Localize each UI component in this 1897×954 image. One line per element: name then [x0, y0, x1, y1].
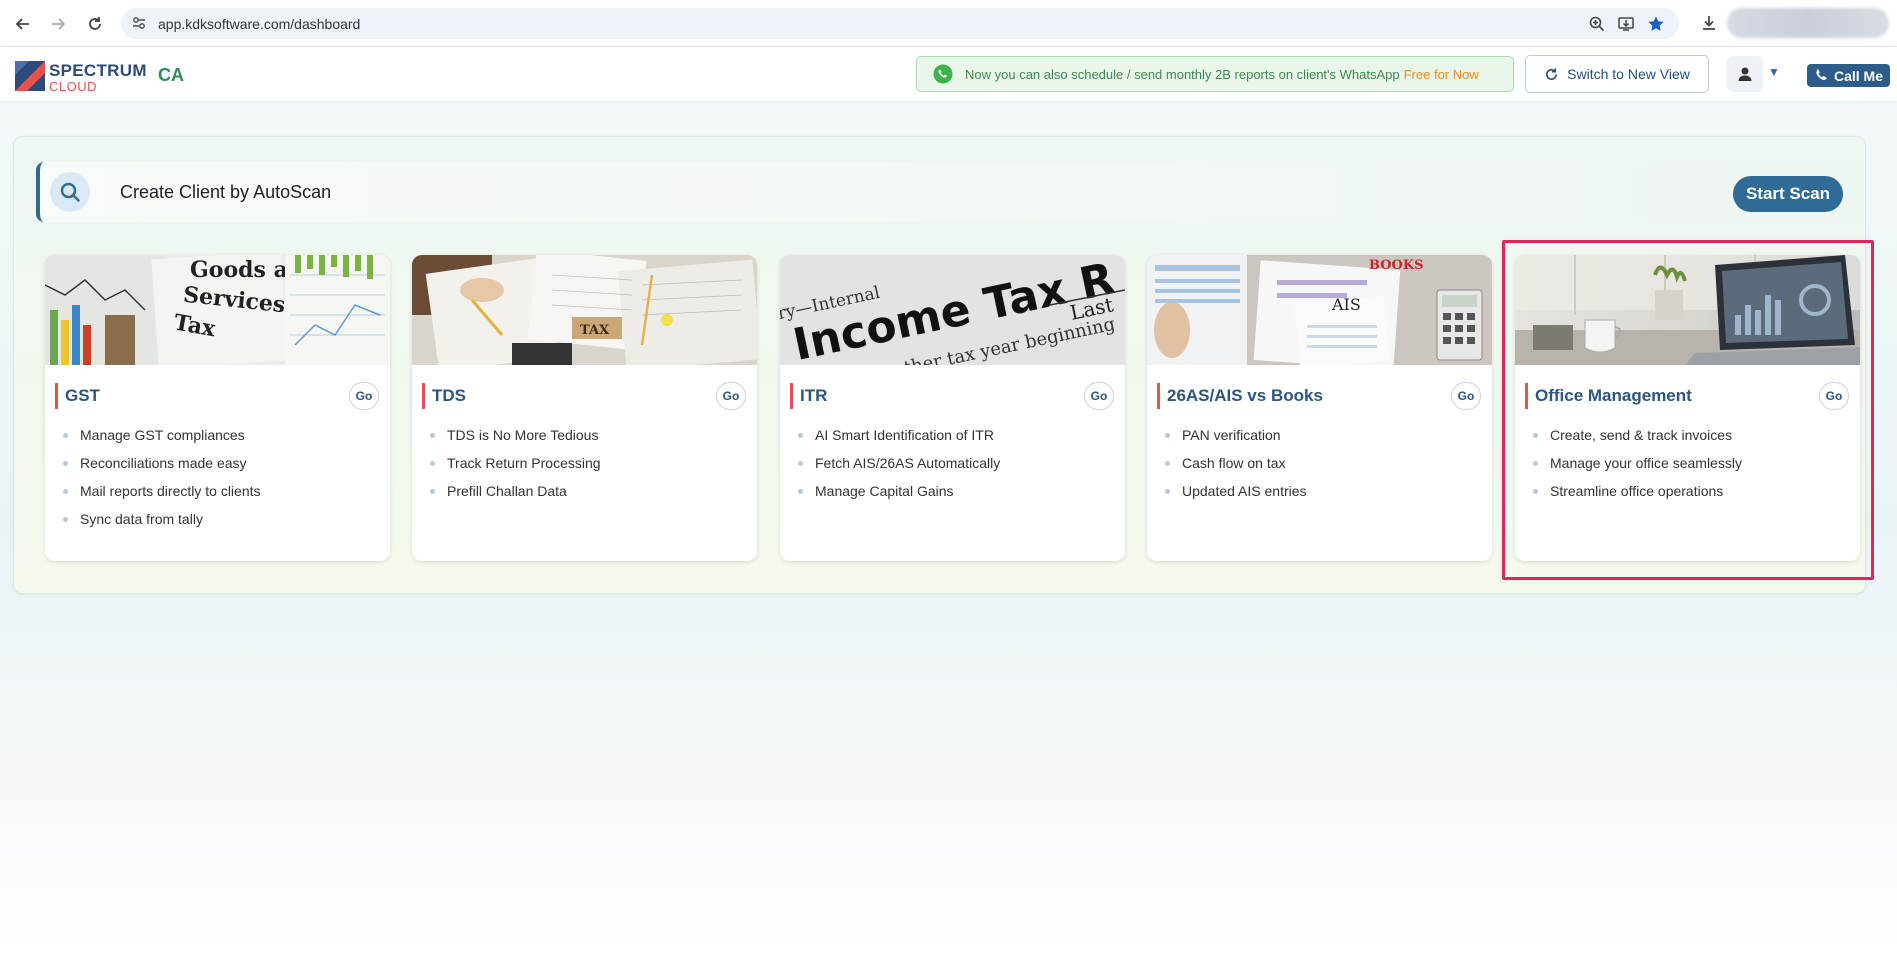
- list-item: TDS is No More Tedious: [428, 426, 601, 454]
- module-card-itr[interactable]: ury—Internal Income Tax R 2008, or other…: [780, 255, 1125, 561]
- autoscan-title: Create Client by AutoScan: [120, 182, 332, 202]
- tds-image-text: TAX: [580, 323, 610, 338]
- list-item: Updated AIS entries: [1163, 482, 1307, 510]
- module-card-office-management[interactable]: Office Management Go Create, send & trac…: [1515, 255, 1860, 561]
- app-header: SPECTRUM CLOUD CA Now you can also sched…: [0, 47, 1897, 101]
- logo-text-spectrum: SPECTRUM: [49, 61, 147, 80]
- list-item: Reconciliations made easy: [61, 454, 261, 482]
- whatsapp-free-label: Free for Now: [1403, 66, 1479, 82]
- profile-chip[interactable]: [1727, 8, 1889, 38]
- call-me-label: Call Me: [1833, 67, 1883, 84]
- address-bar[interactable]: app.kdksoftware.com/dashboard: [121, 8, 1679, 39]
- reload-icon[interactable]: [81, 10, 109, 38]
- books-image: AIS BOOKS: [1147, 255, 1492, 365]
- card-title-accent: [1157, 383, 1160, 409]
- list-item: Cash flow on tax: [1163, 454, 1307, 482]
- list-item: Fetch AIS/26AS Automatically: [796, 454, 1000, 482]
- card-title: 26AS/AIS vs Books: [1167, 386, 1323, 405]
- books-image-text-ais: AIS: [1331, 295, 1361, 314]
- list-item: PAN verification: [1163, 426, 1307, 454]
- site-settings-icon[interactable]: [131, 15, 147, 31]
- dashboard-panel: Create Client by AutoScan Start Scan Goo…: [13, 136, 1866, 594]
- switch-view-label: Switch to New View: [1567, 66, 1690, 82]
- switch-to-new-view-button[interactable]: Switch to New View: [1525, 55, 1709, 93]
- list-item: Manage GST compliances: [61, 426, 261, 454]
- module-card-tds[interactable]: TAX TDS Go TDS is No More Tedious Track …: [412, 255, 757, 561]
- back-icon[interactable]: [9, 10, 37, 38]
- feature-list: Manage GST compliances Reconciliations m…: [61, 426, 261, 538]
- module-card-26as-ais-vs-books[interactable]: AIS BOOKS 26AS/AIS vs Books Go PAN verif…: [1147, 255, 1492, 561]
- office-image: [1515, 255, 1860, 365]
- user-menu-caret-icon[interactable]: ▼: [1768, 65, 1780, 79]
- feature-list: AI Smart Identification of ITR Fetch AIS…: [796, 426, 1000, 510]
- list-item: Prefill Challan Data: [428, 482, 601, 510]
- card-title-accent: [790, 383, 793, 409]
- url-text[interactable]: app.kdksoftware.com/dashboard: [158, 16, 360, 32]
- start-scan-button[interactable]: Start Scan: [1733, 176, 1843, 212]
- list-item: Create, send & track invoices: [1531, 426, 1742, 454]
- card-title-accent: [55, 383, 58, 409]
- feature-list: PAN verification Cash flow on tax Update…: [1163, 426, 1307, 510]
- forward-icon[interactable]: [44, 10, 72, 38]
- list-item: AI Smart Identification of ITR: [796, 426, 1000, 454]
- go-button-itr[interactable]: Go: [1084, 382, 1114, 410]
- feature-list: TDS is No More Tedious Track Return Proc…: [428, 426, 601, 510]
- list-item: Manage Capital Gains: [796, 482, 1000, 510]
- zoom-icon[interactable]: [1588, 15, 1606, 33]
- user-icon: [1738, 67, 1752, 81]
- bookmark-star-icon[interactable]: [1647, 15, 1665, 33]
- list-item: Track Return Processing: [428, 454, 601, 482]
- list-item: Manage your office seamlessly: [1531, 454, 1742, 482]
- card-title: ITR: [800, 386, 828, 405]
- card-title: TDS: [432, 386, 466, 405]
- download-icon[interactable]: [1700, 14, 1718, 32]
- user-avatar[interactable]: [1727, 56, 1763, 92]
- itr-image: ury—Internal Income Tax R 2008, or other…: [780, 255, 1125, 365]
- autoscan-bar: Create Client by AutoScan: [36, 162, 1865, 222]
- list-item: Mail reports directly to clients: [61, 482, 261, 510]
- call-me-button[interactable]: Call Me: [1807, 64, 1890, 87]
- whatsapp-banner[interactable]: Now you can also schedule / send monthly…: [916, 56, 1514, 92]
- go-button-26as-ais-vs-books[interactable]: Go: [1451, 382, 1481, 410]
- whatsapp-banner-text: Now you can also schedule / send monthly…: [965, 66, 1400, 82]
- card-title-accent: [1525, 383, 1528, 409]
- card-title: GST: [65, 386, 100, 405]
- list-item: Streamline office operations: [1531, 482, 1742, 510]
- phone-icon: [1816, 69, 1827, 81]
- logo-text-cloud: CLOUD: [49, 79, 98, 94]
- whatsapp-icon: [933, 64, 953, 84]
- spectrum-logo-icon[interactable]: [15, 61, 45, 91]
- gst-image: Goods and Services Tax: [45, 255, 390, 365]
- go-button-gst[interactable]: Go: [349, 382, 379, 410]
- books-image-text-books: BOOKS: [1369, 258, 1424, 273]
- go-button-office-management[interactable]: Go: [1819, 382, 1849, 410]
- feature-list: Create, send & track invoices Manage you…: [1531, 426, 1742, 510]
- module-card-gst[interactable]: Goods and Services Tax GST Go Manage GST…: [45, 255, 390, 561]
- install-app-icon[interactable]: [1617, 15, 1635, 33]
- tds-image: TAX: [412, 255, 757, 365]
- card-title: Office Management: [1535, 386, 1692, 405]
- card-title-accent: [422, 383, 425, 409]
- search-icon: [50, 172, 90, 212]
- list-item: Sync data from tally: [61, 510, 261, 538]
- refresh-icon: [1546, 67, 1558, 80]
- go-button-tds[interactable]: Go: [716, 382, 746, 410]
- logo-badge-ca: CA: [158, 65, 184, 85]
- browser-toolbar: app.kdksoftware.com/dashboard: [0, 0, 1897, 47]
